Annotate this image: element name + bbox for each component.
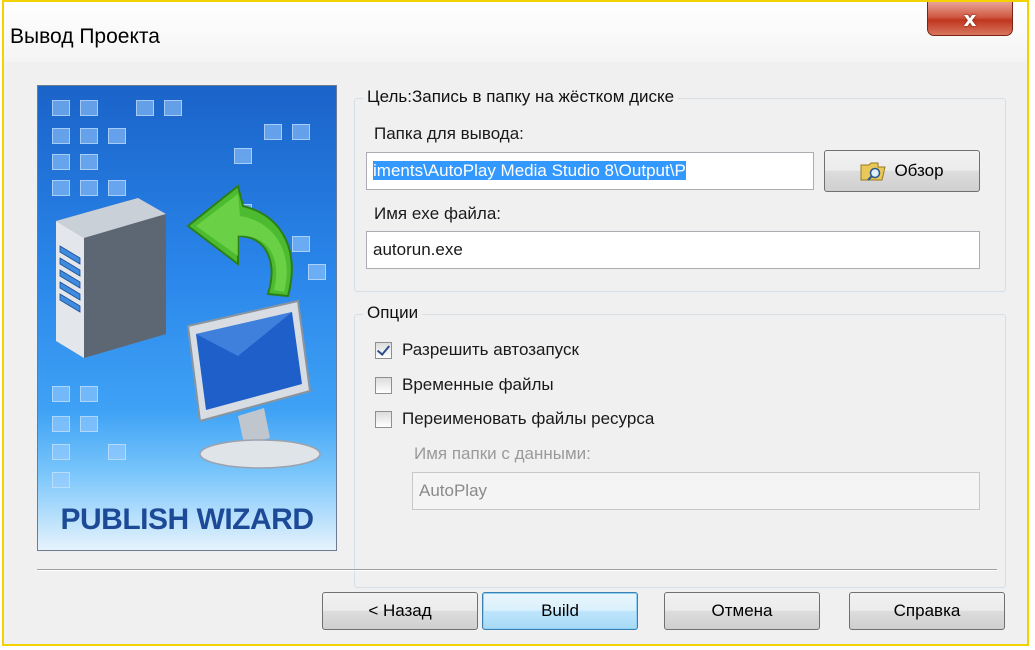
server-icon xyxy=(56,198,166,358)
rename-resources-label: Переименовать файлы ресурса xyxy=(402,409,655,428)
data-folder-input[interactable]: AutoPlay xyxy=(412,472,980,510)
output-folder-label: Папка для вывода: xyxy=(374,124,524,143)
arrow-back-icon xyxy=(186,184,293,298)
title-bar: Вывод Проекта x xyxy=(4,2,1027,62)
temp-files-checkbox-row[interactable]: Временные файлы xyxy=(375,375,554,395)
browse-label: Обзор xyxy=(894,161,944,180)
exe-name-label: Имя exe файла: xyxy=(374,204,502,223)
window-title: Вывод Проекта xyxy=(10,25,160,48)
folder-search-icon xyxy=(860,162,887,181)
data-folder-value: AutoPlay xyxy=(419,481,488,500)
autorun-checkbox[interactable] xyxy=(375,341,392,359)
footer-separator xyxy=(37,569,997,571)
close-icon: x xyxy=(963,6,977,31)
publish-dialog: Вывод Проекта x PUBLISH WIZARD Цель:Запи… xyxy=(2,0,1029,646)
back-button[interactable]: < Назад xyxy=(322,592,478,630)
temp-files-checkbox[interactable] xyxy=(375,376,392,394)
autorun-label: Разрешить автозапуск xyxy=(402,340,579,359)
options-group-title: Опции xyxy=(363,303,423,323)
output-folder-value: iments\AutoPlay Media Studio 8\Output\P xyxy=(373,161,686,180)
build-button[interactable]: Build xyxy=(482,592,638,630)
monitor-icon xyxy=(186,299,321,469)
banner-label: PUBLISH WIZARD xyxy=(60,503,314,536)
help-button[interactable]: Справка xyxy=(849,592,1005,630)
exe-name-value: autorun.exe xyxy=(373,240,463,259)
close-button[interactable]: x xyxy=(927,2,1013,36)
exe-name-input[interactable]: autorun.exe xyxy=(366,231,980,269)
output-folder-input[interactable]: iments\AutoPlay Media Studio 8\Output\P xyxy=(366,152,814,190)
cancel-button[interactable]: Отмена xyxy=(664,592,820,630)
rename-resources-checkbox-row[interactable]: Переименовать файлы ресурса xyxy=(375,409,654,429)
dialog-content: PUBLISH WIZARD Цель:Запись в папку на жё… xyxy=(4,62,1027,644)
temp-files-label: Временные файлы xyxy=(402,375,554,394)
publish-wizard-banner: PUBLISH WIZARD xyxy=(37,85,337,551)
data-folder-label: Имя папки с данными: xyxy=(414,444,591,463)
browse-button[interactable]: Обзор xyxy=(824,150,980,192)
banner-art xyxy=(56,184,321,469)
rename-resources-checkbox[interactable] xyxy=(375,410,392,428)
target-group-title: Цель:Запись в папку на жёстком диске xyxy=(363,87,679,107)
autorun-checkbox-row[interactable]: Разрешить автозапуск xyxy=(375,340,579,360)
